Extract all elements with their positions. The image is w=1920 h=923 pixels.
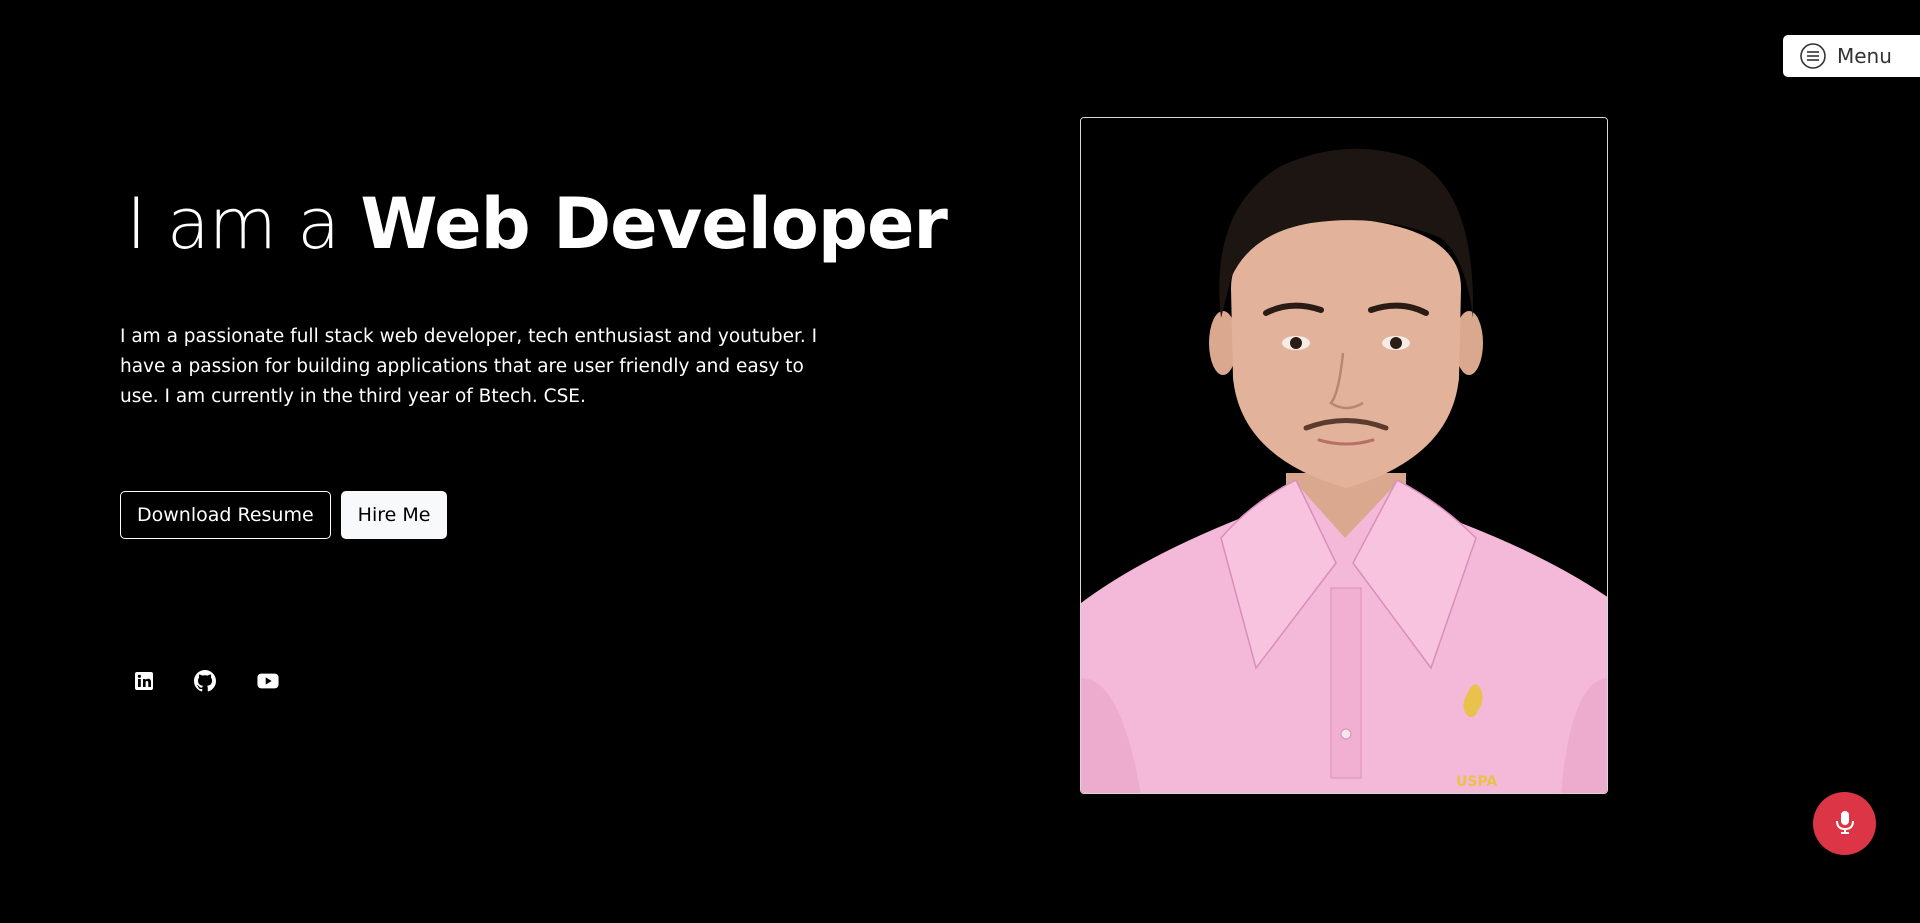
menu-button[interactable]: Menu <box>1783 35 1920 77</box>
svg-text:USPA: USPA <box>1456 774 1497 790</box>
youtube-icon[interactable] <box>257 670 279 692</box>
hamburger-circle-icon <box>1799 42 1827 70</box>
headline-role: Web Developer <box>360 183 948 265</box>
github-icon[interactable] <box>194 670 216 692</box>
profile-photo: USPA <box>1080 117 1608 794</box>
hero-headline: I am a Web Developer <box>126 182 948 266</box>
shirt-logo: USPA <box>1456 774 1497 790</box>
hero-buttons: Download Resume Hire Me <box>120 491 448 539</box>
voice-assistant-button[interactable] <box>1813 792 1876 855</box>
download-resume-button[interactable]: Download Resume <box>120 491 331 539</box>
headline-prefix: I am a <box>126 183 340 265</box>
social-links <box>133 670 279 692</box>
page: Menu I am a Web Developer I am a passion… <box>0 0 1920 923</box>
hero-description: I am a passionate full stack web develop… <box>120 326 818 407</box>
hire-me-button[interactable]: Hire Me <box>340 491 448 539</box>
microphone-icon <box>1834 809 1856 839</box>
linkedin-icon[interactable] <box>133 670 155 692</box>
menu-label: Menu <box>1837 44 1892 68</box>
profile-portrait-illustration: USPA <box>1081 118 1607 793</box>
